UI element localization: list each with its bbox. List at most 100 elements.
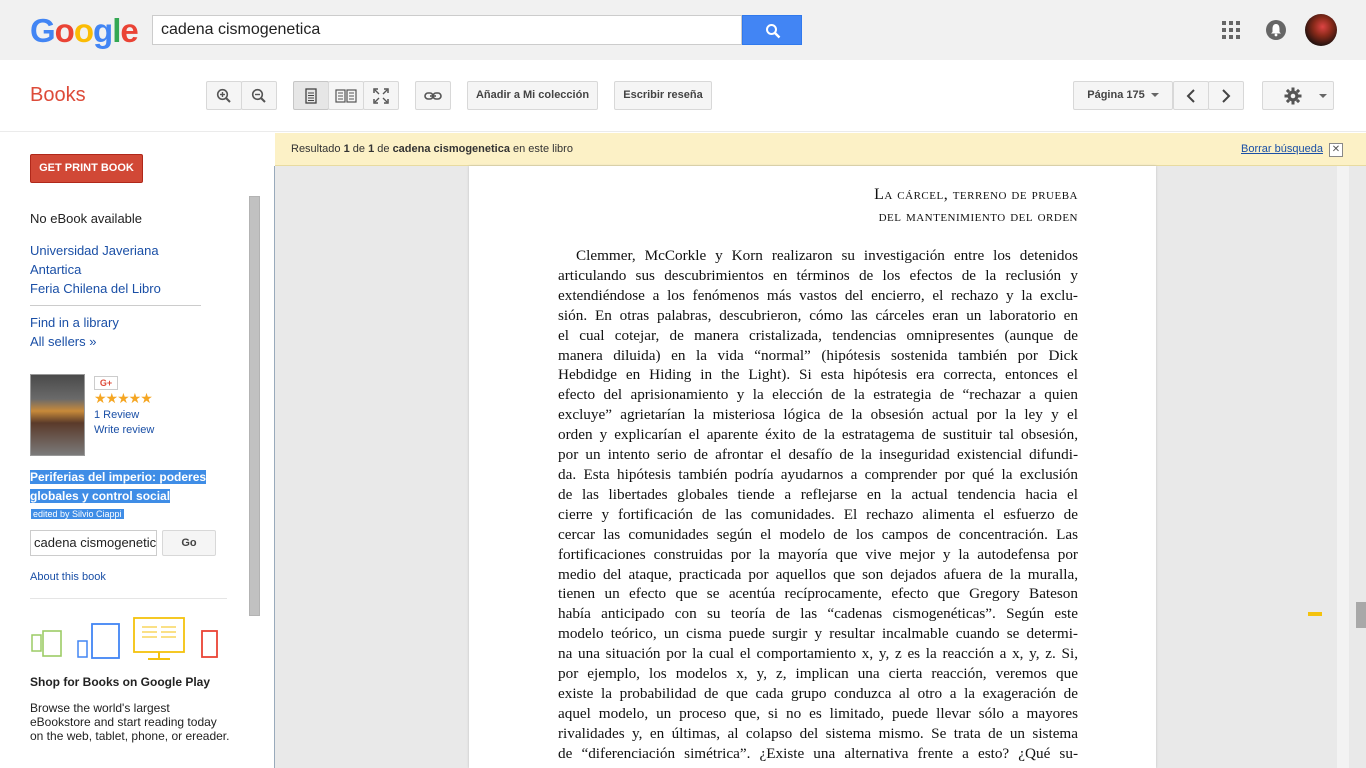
chevron-right-icon: [1222, 88, 1231, 103]
single-page-view-button[interactable]: [293, 81, 329, 110]
search-in-book-input[interactable]: cadena cismogenetica: [30, 530, 157, 556]
logo-letter: o: [54, 12, 75, 49]
page-text-line: Clemmer, McCorkle y Korn realizaron su i…: [576, 247, 1078, 264]
gear-icon: [1284, 87, 1302, 104]
search-button[interactable]: [742, 15, 802, 45]
chevron-down-icon: [1319, 94, 1327, 98]
page-text-line: extendiéndose a los fenómenos más vastos…: [558, 286, 1078, 304]
google-plus-button[interactable]: G+: [94, 376, 118, 390]
page-select-label: Página 175: [1087, 89, 1145, 101]
page-text-line: cierre y fortificación de las comunidade…: [558, 505, 1078, 523]
zoom-in-button[interactable]: [206, 81, 242, 110]
zoom-in-icon: [216, 88, 231, 103]
page-select-dropdown[interactable]: Página 175: [1073, 81, 1173, 110]
get-print-book-button[interactable]: GET PRINT BOOK: [30, 154, 143, 183]
page-body-text: Clemmer, McCorkle y Korn realizaron su i…: [558, 246, 1078, 764]
apps-grid-icon[interactable]: [1222, 21, 1240, 39]
page-text-line: tienen un efecto que se acentúa recíproc…: [558, 585, 1078, 603]
result-query: cadena cismogenetica: [392, 143, 510, 155]
book-cover-thumbnail[interactable]: [30, 374, 85, 456]
page-text-line: Hebdidge en Hiding in the Light). Si est…: [558, 366, 1078, 384]
settings-dropdown[interactable]: [1262, 81, 1334, 110]
logo-letter: g: [93, 12, 113, 49]
find-in-library-link[interactable]: Find in a library: [30, 315, 119, 330]
books-title[interactable]: Books: [30, 84, 86, 107]
chevron-down-icon: [1150, 93, 1159, 98]
page-text-line: sión. En otras palabras, descubrieron, c…: [558, 306, 1078, 324]
zoom-out-button[interactable]: [241, 81, 277, 110]
page-text-line: por ejemplo, los modelos x, y, z, implic…: [558, 665, 1078, 683]
sidebar: GET PRINT BOOK No eBook available Univer…: [0, 133, 272, 768]
divider: [30, 305, 201, 306]
sidebar-scrollbar[interactable]: [249, 196, 260, 616]
no-ebook-text: No eBook available: [30, 211, 143, 226]
notifications-bell-icon[interactable]: [1266, 20, 1286, 40]
next-page-button[interactable]: [1208, 81, 1244, 110]
write-review-button[interactable]: Escribir reseña: [614, 81, 712, 110]
logo-letter: G: [30, 12, 56, 49]
write-review-link[interactable]: Write review: [94, 424, 154, 436]
search-icon: [766, 24, 781, 39]
search-hit-marker[interactable]: [1308, 612, 1322, 616]
page-text-line: excluye” agrietarían la misteriosa lógic…: [558, 406, 1078, 424]
page-text-line: existe la probabilidad de que cada grupo…: [558, 684, 1078, 702]
two-page-icon: [335, 88, 357, 103]
devices-illustration-icon: [31, 617, 218, 660]
page-running-heading: La cárcel, terreno de prueba del manteni…: [874, 184, 1078, 228]
seller-link[interactable]: Antartica: [30, 262, 81, 277]
book-viewer[interactable]: La cárcel, terreno de prueba del manteni…: [274, 166, 1366, 768]
logo-letter: o: [73, 12, 94, 49]
about-book-link[interactable]: About this book: [30, 571, 106, 583]
page-text-line: de las libertades globales tiende a refl…: [558, 485, 1078, 503]
books-toolbar: Books Añadir a Mi colección Escribir res…: [0, 60, 1366, 132]
page-text-line: orden y explicarían el aparente éxito de…: [558, 426, 1078, 444]
viewer-gutter: [1337, 166, 1349, 768]
close-icon[interactable]: ✕: [1329, 143, 1343, 157]
google-bar: Google cadena cismogenetica: [0, 0, 1366, 60]
page-text-line: rivalidades y, en últimas, al colapso de…: [558, 724, 1078, 742]
page-text-line: por un intento serio de afrontar el desa…: [558, 446, 1078, 464]
viewer-scrollbar-thumb[interactable]: [1356, 602, 1366, 628]
account-avatar[interactable]: [1305, 14, 1337, 46]
single-page-icon: [305, 87, 317, 104]
clear-search-link[interactable]: Borrar búsqueda: [1241, 143, 1323, 155]
page-text-line: da. Esta hipótesis también podría ayudar…: [558, 465, 1078, 483]
fullscreen-button[interactable]: [363, 81, 399, 110]
google-play-title: Shop for Books on Google Play: [30, 675, 211, 689]
google-play-description: Browse the world's largest eBookstore an…: [30, 701, 230, 743]
go-button[interactable]: Go: [162, 530, 216, 556]
result-text: de: [349, 143, 369, 155]
logo-letter: l: [112, 12, 121, 49]
page-text-line: efecto del aprisionamiento y la elección…: [558, 386, 1078, 404]
previous-page-button[interactable]: [1173, 81, 1209, 110]
seller-link[interactable]: Feria Chilena del Libro: [30, 281, 161, 296]
page-text-line: aquel modelo, un proceso que, si no es l…: [558, 704, 1078, 722]
page-text-line: manera diluida) en la vida “normal” (hip…: [558, 346, 1078, 364]
result-text: en este libro: [509, 143, 573, 155]
page-text-line: había anticipado con su teoría de las “c…: [558, 605, 1078, 623]
logo-letter: e: [120, 12, 138, 49]
divider: [30, 598, 227, 599]
book-title-line: Periferias del imperio: poderes: [30, 470, 207, 484]
add-to-collection-button[interactable]: Añadir a Mi colección: [467, 81, 598, 110]
all-sellers-link[interactable]: All sellers »: [30, 334, 96, 349]
page-text-line: el cual cotejar, de manera cristalizada,…: [558, 326, 1078, 344]
rating-stars: ★★★★★: [94, 390, 153, 406]
page-text-line: fortificaciones construidas por la mayor…: [558, 545, 1078, 563]
link-button[interactable]: [415, 81, 451, 110]
page-text-line: cercar las comunidades según el modelo d…: [558, 525, 1078, 543]
heading-line: del mantenimiento del orden: [878, 208, 1078, 225]
result-text: de: [374, 143, 393, 155]
book-title-line: globales y control social: [30, 489, 171, 503]
result-message: Resultado 1 de 1 de cadena cismogenetica…: [291, 143, 573, 155]
two-page-view-button[interactable]: [328, 81, 364, 110]
search-input[interactable]: cadena cismogenetica: [152, 15, 742, 45]
google-logo[interactable]: Google: [30, 12, 139, 50]
search-result-banner: Resultado 1 de 1 de cadena cismogenetica…: [275, 133, 1366, 166]
page-text-line: na una situación por la cual el comporta…: [558, 645, 1078, 663]
heading-line: La cárcel, terreno de prueba: [874, 186, 1078, 203]
seller-link[interactable]: Universidad Javeriana: [30, 243, 159, 258]
chevron-left-icon: [1186, 88, 1195, 103]
zoom-out-icon: [251, 88, 266, 103]
review-count-link[interactable]: 1 Review: [94, 409, 139, 421]
